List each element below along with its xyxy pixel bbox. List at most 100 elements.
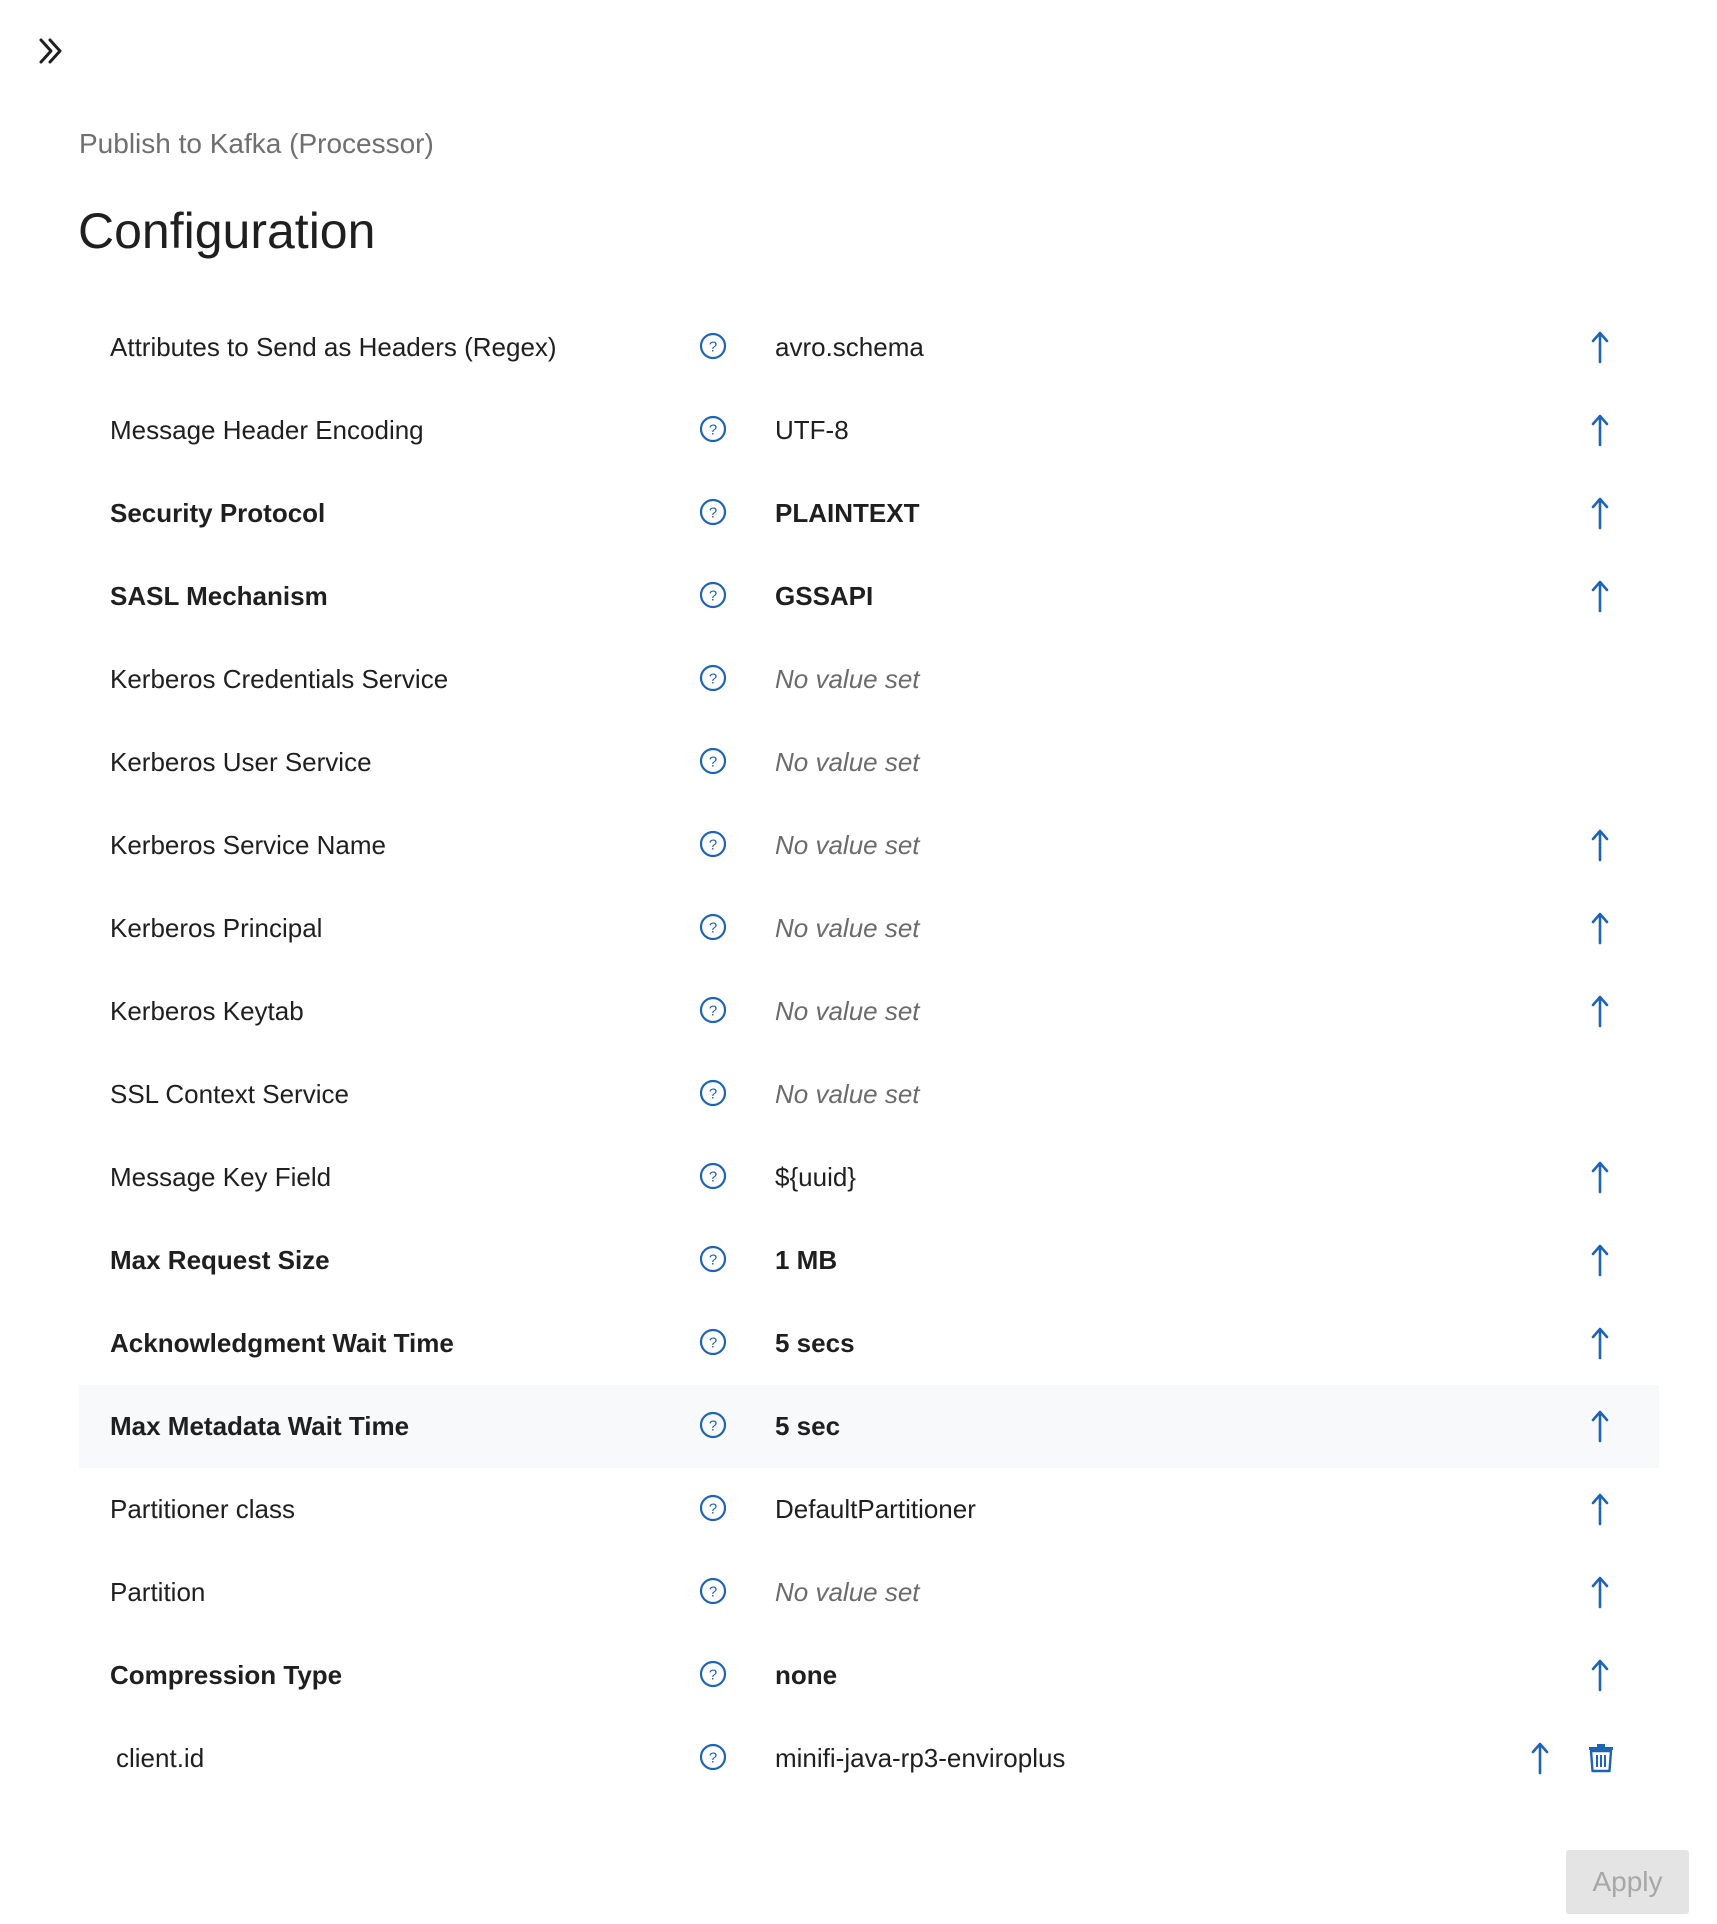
arrow-up-icon[interactable] (1591, 1658, 1609, 1692)
svg-text:?: ? (709, 1418, 717, 1435)
help-circle-icon[interactable]: ? (699, 332, 727, 360)
arrow-up-icon[interactable] (1591, 1575, 1609, 1609)
property-value[interactable]: No value set (775, 638, 920, 721)
property-row: Partition ? No value set (79, 1551, 1659, 1634)
arrow-up-icon[interactable] (1591, 1409, 1609, 1443)
property-name: SSL Context Service (110, 1079, 349, 1109)
help-circle-icon[interactable]: ? (699, 1494, 727, 1522)
collapse-panel-button[interactable] (34, 34, 68, 68)
help-circle-icon[interactable]: ? (699, 1162, 727, 1190)
help-circle-icon[interactable]: ? (699, 1743, 727, 1771)
arrow-up-icon[interactable] (1591, 330, 1609, 364)
property-name: Partition (110, 1577, 206, 1607)
property-name: Message Header Encoding (110, 415, 424, 445)
double-chevron-right-icon (39, 38, 62, 64)
property-name: SASL Mechanism (110, 581, 328, 611)
property-value[interactable]: none (775, 1634, 837, 1717)
help-circle-icon[interactable]: ? (699, 415, 727, 443)
property-row: client.id ? minifi-java-rp3-enviroplus (79, 1717, 1659, 1800)
arrow-up-icon[interactable] (1591, 496, 1609, 530)
trash-icon[interactable] (1587, 1743, 1615, 1773)
property-value[interactable]: 5 sec (775, 1385, 840, 1468)
property-value[interactable]: PLAINTEXT (775, 472, 919, 555)
svg-text:?: ? (709, 671, 717, 688)
help-circle-icon[interactable]: ? (699, 1079, 727, 1107)
svg-text:?: ? (709, 1086, 717, 1103)
arrow-up-icon[interactable] (1531, 1741, 1549, 1775)
processor-subtitle: Publish to Kafka (Processor) (79, 128, 434, 159)
property-value[interactable]: UTF-8 (775, 389, 849, 472)
property-name: Max Request Size (110, 1245, 330, 1275)
help-circle-icon[interactable]: ? (699, 1328, 727, 1356)
property-name: Security Protocol (110, 498, 326, 528)
svg-text:?: ? (709, 1003, 717, 1020)
apply-button[interactable]: Apply (1566, 1850, 1689, 1914)
property-row: Message Header Encoding ? UTF-8 (79, 389, 1659, 472)
help-circle-icon[interactable]: ? (699, 498, 727, 526)
property-name: Acknowledgment Wait Time (110, 1328, 454, 1358)
page-title: Configuration (78, 203, 376, 259)
help-circle-icon[interactable]: ? (699, 1660, 727, 1688)
help-circle-icon[interactable]: ? (699, 1411, 727, 1439)
property-value[interactable]: avro.schema (775, 306, 924, 389)
property-value[interactable]: GSSAPI (775, 555, 873, 638)
arrow-up-icon[interactable] (1591, 1243, 1609, 1277)
svg-text:?: ? (709, 339, 717, 356)
property-row: Kerberos Service Name ? No value set (79, 804, 1659, 887)
arrow-up-icon[interactable] (1591, 828, 1609, 862)
property-name: client.id (116, 1743, 205, 1773)
arrow-up-icon[interactable] (1591, 1492, 1609, 1526)
property-value[interactable]: No value set (775, 1551, 920, 1634)
help-circle-icon[interactable]: ? (699, 830, 727, 858)
arrow-up-icon[interactable] (1591, 579, 1609, 613)
help-circle-icon[interactable]: ? (699, 996, 727, 1024)
svg-text:?: ? (709, 1501, 717, 1518)
property-name: Max Metadata Wait Time (110, 1411, 410, 1441)
property-value[interactable]: No value set (775, 970, 920, 1053)
property-row: Kerberos Credentials Service ? No value … (79, 638, 1659, 721)
property-value[interactable]: 5 secs (775, 1302, 855, 1385)
arrow-up-icon[interactable] (1591, 994, 1609, 1028)
svg-text:?: ? (709, 1335, 717, 1352)
property-row: Kerberos Keytab ? No value set (79, 970, 1659, 1053)
property-row: SASL Mechanism ? GSSAPI (79, 555, 1659, 638)
property-row: Compression Type ? none (79, 1634, 1659, 1717)
property-value[interactable]: minifi-java-rp3-enviroplus (775, 1717, 1065, 1800)
svg-text:?: ? (709, 1667, 717, 1684)
property-value[interactable]: No value set (775, 887, 920, 970)
property-name: Kerberos Keytab (110, 996, 304, 1026)
property-value[interactable]: No value set (775, 804, 920, 887)
property-name: Compression Type (110, 1660, 343, 1690)
svg-text:?: ? (709, 1750, 717, 1767)
svg-text:?: ? (709, 1584, 717, 1601)
property-name: Kerberos Service Name (110, 830, 386, 860)
property-row: Security Protocol ? PLAINTEXT (79, 472, 1659, 555)
svg-text:?: ? (709, 837, 717, 854)
property-value[interactable]: No value set (775, 721, 920, 804)
svg-text:?: ? (709, 1169, 717, 1186)
help-circle-icon[interactable]: ? (699, 1245, 727, 1273)
svg-text:?: ? (709, 422, 717, 439)
property-value[interactable]: ${uuid} (775, 1136, 856, 1219)
arrow-up-icon[interactable] (1591, 1326, 1609, 1360)
arrow-up-icon[interactable] (1591, 1160, 1609, 1194)
svg-text:?: ? (709, 920, 717, 937)
help-circle-icon[interactable]: ? (699, 913, 727, 941)
help-circle-icon[interactable]: ? (699, 664, 727, 692)
property-row: Max Request Size ? 1 MB (79, 1219, 1659, 1302)
help-circle-icon[interactable]: ? (699, 581, 727, 609)
help-circle-icon[interactable]: ? (699, 747, 727, 775)
arrow-up-icon[interactable] (1591, 911, 1609, 945)
property-name: Kerberos Principal (110, 913, 323, 943)
property-row: SSL Context Service ? No value set (79, 1053, 1659, 1136)
svg-text:?: ? (709, 1252, 717, 1269)
property-row: Message Key Field ? ${uuid} (79, 1136, 1659, 1219)
arrow-up-icon[interactable] (1591, 413, 1609, 447)
property-value[interactable]: DefaultPartitioner (775, 1468, 976, 1551)
svg-text:?: ? (709, 588, 717, 605)
property-row: Partitioner class ? DefaultPartitioner (79, 1468, 1659, 1551)
property-value[interactable]: No value set (775, 1053, 920, 1136)
help-circle-icon[interactable]: ? (699, 1577, 727, 1605)
property-name: Kerberos Credentials Service (110, 664, 449, 694)
property-value[interactable]: 1 MB (775, 1219, 837, 1302)
